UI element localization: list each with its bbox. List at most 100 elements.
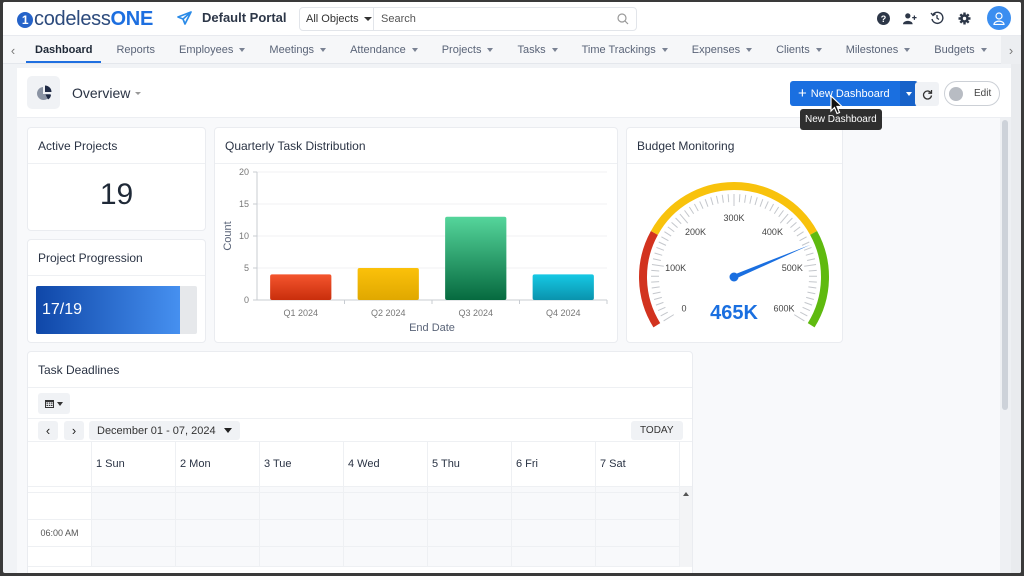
calendar-scrollbar[interactable] — [680, 487, 692, 567]
calendar-day-header[interactable]: 2 Mon — [176, 442, 260, 486]
nav-item-employees[interactable]: Employees — [167, 36, 257, 64]
calendar-slot[interactable] — [428, 493, 512, 519]
refresh-button[interactable] — [915, 82, 939, 106]
calendar-day-header[interactable]: 3 Tue — [260, 442, 344, 486]
chevron-down-icon — [487, 48, 494, 52]
calendar-slot[interactable] — [512, 547, 596, 566]
page-scrollbar[interactable] — [1000, 118, 1011, 573]
gauge-tick — [699, 201, 704, 209]
settings-icon[interactable] — [957, 11, 971, 25]
chevron-down-icon — [135, 91, 142, 95]
nav-item-attendance[interactable]: Attendance — [338, 36, 430, 64]
nav-item-label: Budgets — [934, 44, 975, 56]
chevron-down-icon — [661, 48, 668, 52]
calendar-slot[interactable] — [92, 487, 176, 492]
calendar-slot[interactable] — [260, 487, 344, 492]
date-range-dropdown[interactable]: December 01 - 07, 2024 — [89, 421, 240, 440]
nav-item-label: Attendance — [350, 44, 406, 56]
calendar-slot[interactable] — [176, 493, 260, 519]
calendar-slot[interactable] — [428, 520, 512, 546]
nav-item-tasks[interactable]: Tasks — [505, 36, 569, 64]
calendar-slot[interactable] — [176, 487, 260, 492]
nav-item-budgets[interactable]: Budgets — [922, 36, 998, 64]
x-tick-label: Q2 2024 — [371, 308, 406, 318]
previous-week-button[interactable]: ‹ — [38, 421, 58, 440]
nav-item-label: Reports — [116, 44, 155, 56]
calendar-slot[interactable] — [512, 520, 596, 546]
chevron-down-icon — [223, 428, 232, 433]
calendar-slot[interactable] — [596, 493, 680, 519]
active-projects-widget: Active Projects 19 — [27, 127, 206, 231]
calendar-slot[interactable] — [596, 487, 680, 492]
calendar-slot[interactable] — [260, 547, 344, 566]
calendar-slot[interactable] — [176, 547, 260, 566]
nav-item-expenses[interactable]: Expenses — [680, 36, 764, 64]
nav-item-time-trackings[interactable]: Time Trackings — [570, 36, 680, 64]
calendar-slot[interactable] — [512, 487, 596, 492]
gauge-tick — [652, 258, 661, 261]
calendar-slot[interactable] — [596, 520, 680, 546]
help-icon[interactable]: ? — [876, 11, 890, 25]
calendar-slot[interactable] — [596, 547, 680, 566]
calendar-slot[interactable] — [260, 493, 344, 519]
calendar-view-dropdown[interactable] — [38, 393, 70, 414]
nav-scroll-left-icon[interactable]: ‹ — [5, 36, 21, 64]
gauge-tick — [799, 236, 807, 242]
chevron-down-icon — [904, 48, 911, 52]
next-week-button[interactable]: › — [64, 421, 84, 440]
add-user-icon[interactable] — [903, 11, 917, 25]
new-dashboard-button[interactable]: + New Dashboard — [790, 81, 900, 106]
gauge-tick — [790, 221, 797, 228]
gauge-tick — [738, 194, 741, 203]
calendar-slot[interactable] — [92, 547, 176, 566]
nav-item-milestones[interactable]: Milestones — [834, 36, 923, 64]
time-label — [28, 493, 92, 519]
date-range-label: December 01 - 07, 2024 — [97, 424, 216, 437]
calendar-slot[interactable] — [176, 520, 260, 546]
chevron-down-icon — [320, 48, 327, 52]
calendar-day-header[interactable]: 6 Fri — [512, 442, 596, 486]
nav-item-projects[interactable]: Projects — [430, 36, 506, 64]
nav-item-clients[interactable]: Clients — [764, 36, 834, 64]
portal-selector[interactable]: Default Portal — [177, 10, 287, 25]
today-button[interactable]: TODAY — [631, 421, 683, 440]
dashboard-selector[interactable]: Overview — [72, 85, 142, 101]
calendar-day-header[interactable]: 7 Sat — [596, 442, 680, 486]
gauge-needle — [733, 244, 811, 280]
calendar-slot[interactable] — [344, 520, 428, 546]
calendar-slot[interactable] — [344, 487, 428, 492]
mouse-cursor-icon — [830, 95, 844, 115]
nav-item-reports[interactable]: Reports — [104, 36, 167, 64]
chevron-down-icon — [551, 48, 558, 52]
calendar-day-header[interactable]: 4 Wed — [344, 442, 428, 486]
gauge-tick — [807, 258, 816, 261]
calendar-slot[interactable] — [92, 520, 176, 546]
gauge-tick — [715, 195, 719, 204]
nav-item-meetings[interactable]: Meetings — [257, 36, 338, 64]
calendar-slot[interactable] — [92, 493, 176, 519]
calendar-slot[interactable] — [428, 487, 512, 492]
nav-scroll-right-icon[interactable]: › — [1001, 36, 1021, 64]
calendar-slot[interactable] — [260, 520, 344, 546]
scrollbar-thumb[interactable] — [1002, 120, 1008, 410]
gauge-tick — [786, 217, 793, 225]
calendar-slot[interactable] — [344, 493, 428, 519]
nav-item-label: Expenses — [691, 44, 741, 56]
edit-toggle[interactable]: Edit — [944, 81, 1000, 106]
user-avatar-icon[interactable] — [987, 6, 1011, 30]
x-tick-label: Q4 2024 — [546, 308, 581, 318]
history-icon[interactable] — [930, 11, 944, 25]
search-input[interactable]: Search — [374, 13, 610, 25]
nav-item-dashboard[interactable]: Dashboard — [23, 36, 104, 64]
nav-item-label: Projects — [441, 44, 482, 56]
widget-title: Active Projects — [28, 128, 205, 164]
app-logo[interactable]: 1 codeless ONE — [17, 8, 153, 31]
calendar-slot[interactable] — [428, 547, 512, 566]
calendar-day-header[interactable]: 5 Thu — [428, 442, 512, 486]
calendar-slot[interactable] — [512, 493, 596, 519]
calendar-slot[interactable] — [344, 547, 428, 566]
search-scope-dropdown[interactable]: All Objects — [300, 8, 374, 30]
calendar-nav: ‹ › December 01 - 07, 2024 TODAY — [28, 419, 692, 442]
calendar-day-header[interactable]: 1 Sun — [92, 442, 176, 486]
search-icon[interactable] — [610, 13, 636, 25]
